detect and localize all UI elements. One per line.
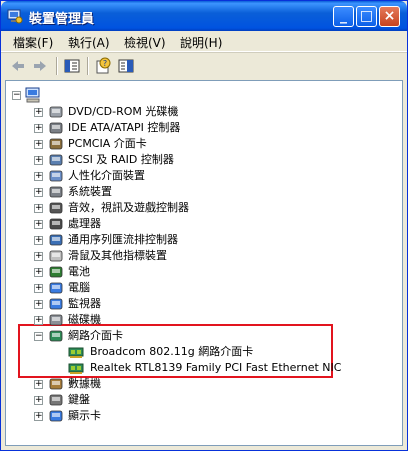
back-icon[interactable]	[9, 57, 27, 75]
tree-view-icon[interactable]	[63, 57, 81, 75]
tree-category-label: 通用序列匯流排控制器	[68, 233, 178, 246]
expand-toggle[interactable]: +	[34, 316, 43, 325]
network-card-icon	[68, 363, 84, 374]
expand-toggle[interactable]: +	[34, 140, 43, 149]
minimize-button[interactable]: _	[333, 6, 354, 27]
device-manager-window: 裝置管理員 _ □ × 檔案(F) 執行(A) 檢視(V) 說明(H) ? − …	[0, 0, 408, 451]
expand-toggle[interactable]: +	[34, 124, 43, 133]
expand-toggle[interactable]: +	[34, 380, 43, 389]
network-adapter-icon	[49, 330, 63, 342]
tree-category-label: IDE ATA/ATAPI 控制器	[68, 121, 181, 134]
expand-toggle[interactable]: +	[34, 252, 43, 261]
tree-category-label: 監視器	[68, 297, 101, 310]
expand-toggle[interactable]: +	[34, 300, 43, 309]
menu-view[interactable]: 檢視(V)	[124, 34, 166, 51]
menu-bar: 檔案(F) 執行(A) 檢視(V) 說明(H)	[1, 31, 407, 52]
root-collapse-toggle[interactable]: −	[12, 91, 21, 100]
tree-category-label: DVD/CD-ROM 光碟機	[68, 105, 179, 118]
sound-icon	[49, 202, 63, 214]
toolbar-separator	[87, 57, 89, 75]
device-manager-icon	[7, 9, 23, 24]
tree-category-label: 磁碟機	[68, 313, 101, 326]
computer-icon	[49, 282, 63, 294]
expand-toggle[interactable]: +	[34, 108, 43, 117]
device-tree[interactable]: − + DVD/CD-ROM 光碟機 + IDE ATA/ATAPI 控制器 + PCMC…	[5, 80, 403, 446]
expand-toggle[interactable]: +	[34, 284, 43, 293]
tree-device-label: Realtek RTL8139 Family PCI Fast Ethernet…	[90, 361, 342, 374]
tree-category-label: 音效，視訊及遊戲控制器	[68, 201, 189, 214]
system-device-icon	[49, 186, 63, 198]
battery-icon	[49, 266, 63, 278]
tree-device-label: Broadcom 802.11g 網路介面卡	[90, 345, 254, 358]
expand-toggle[interactable]: +	[34, 268, 43, 277]
mouse-icon	[49, 250, 63, 262]
usb-icon	[49, 234, 63, 246]
scsi-controller-icon	[49, 154, 63, 166]
panel-icon[interactable]	[117, 57, 135, 75]
ide-controller-icon	[49, 122, 63, 134]
menu-action[interactable]: 執行(A)	[68, 34, 110, 51]
tree-category-label: 電池	[68, 265, 90, 278]
processor-icon	[49, 218, 63, 230]
menu-file[interactable]: 檔案(F)	[13, 34, 53, 51]
properties-help-icon[interactable]: ?	[94, 57, 112, 75]
keyboard-icon	[49, 394, 63, 406]
expand-toggle[interactable]: +	[34, 172, 43, 181]
dvd-drive-icon	[49, 106, 63, 118]
tree-category-label: 電腦	[68, 281, 90, 294]
tree-category-label: SCSI 及 RAID 控制器	[68, 153, 174, 166]
expand-toggle[interactable]: +	[34, 412, 43, 421]
tree-category-label: 顯示卡	[68, 409, 101, 422]
tree-category-label: 鍵盤	[68, 393, 90, 406]
tree-category-label: 人性化介面裝置	[68, 169, 145, 182]
disk-drive-icon	[49, 314, 63, 326]
svg-text:?: ?	[103, 59, 107, 68]
forward-icon[interactable]	[31, 57, 49, 75]
close-button[interactable]: ×	[379, 6, 400, 27]
expand-toggle[interactable]: +	[34, 188, 43, 197]
tree-category-label: PCMCIA 介面卡	[68, 137, 147, 150]
window-title: 裝置管理員	[29, 12, 95, 27]
title-bar[interactable]: 裝置管理員 _ □ ×	[1, 1, 407, 31]
expand-toggle[interactable]: +	[34, 204, 43, 213]
toolbar-separator	[56, 57, 58, 75]
expand-toggle[interactable]: +	[34, 396, 43, 405]
menu-help[interactable]: 說明(H)	[180, 34, 222, 51]
expand-toggle[interactable]: +	[34, 156, 43, 165]
hid-icon	[49, 170, 63, 182]
tree-category-label: 滑鼠及其他指標裝置	[68, 249, 167, 262]
tree-category-label: 數據機	[68, 377, 101, 390]
display-adapter-icon	[49, 410, 63, 422]
pcmcia-icon	[49, 138, 63, 150]
toolbar: ?	[1, 52, 407, 79]
tree-category-label: 處理器	[68, 217, 101, 230]
network-card-icon	[68, 347, 84, 358]
expand-toggle[interactable]: +	[34, 220, 43, 229]
maximize-button[interactable]: □	[356, 6, 377, 27]
computer-icon[interactable]	[24, 86, 42, 104]
tree-category-label: 系統裝置	[68, 185, 112, 198]
collapse-toggle[interactable]: −	[34, 332, 43, 341]
modem-icon	[49, 378, 63, 390]
monitor-icon	[49, 298, 63, 310]
expand-toggle[interactable]: +	[34, 236, 43, 245]
tree-category-label: 網路介面卡	[68, 329, 123, 342]
